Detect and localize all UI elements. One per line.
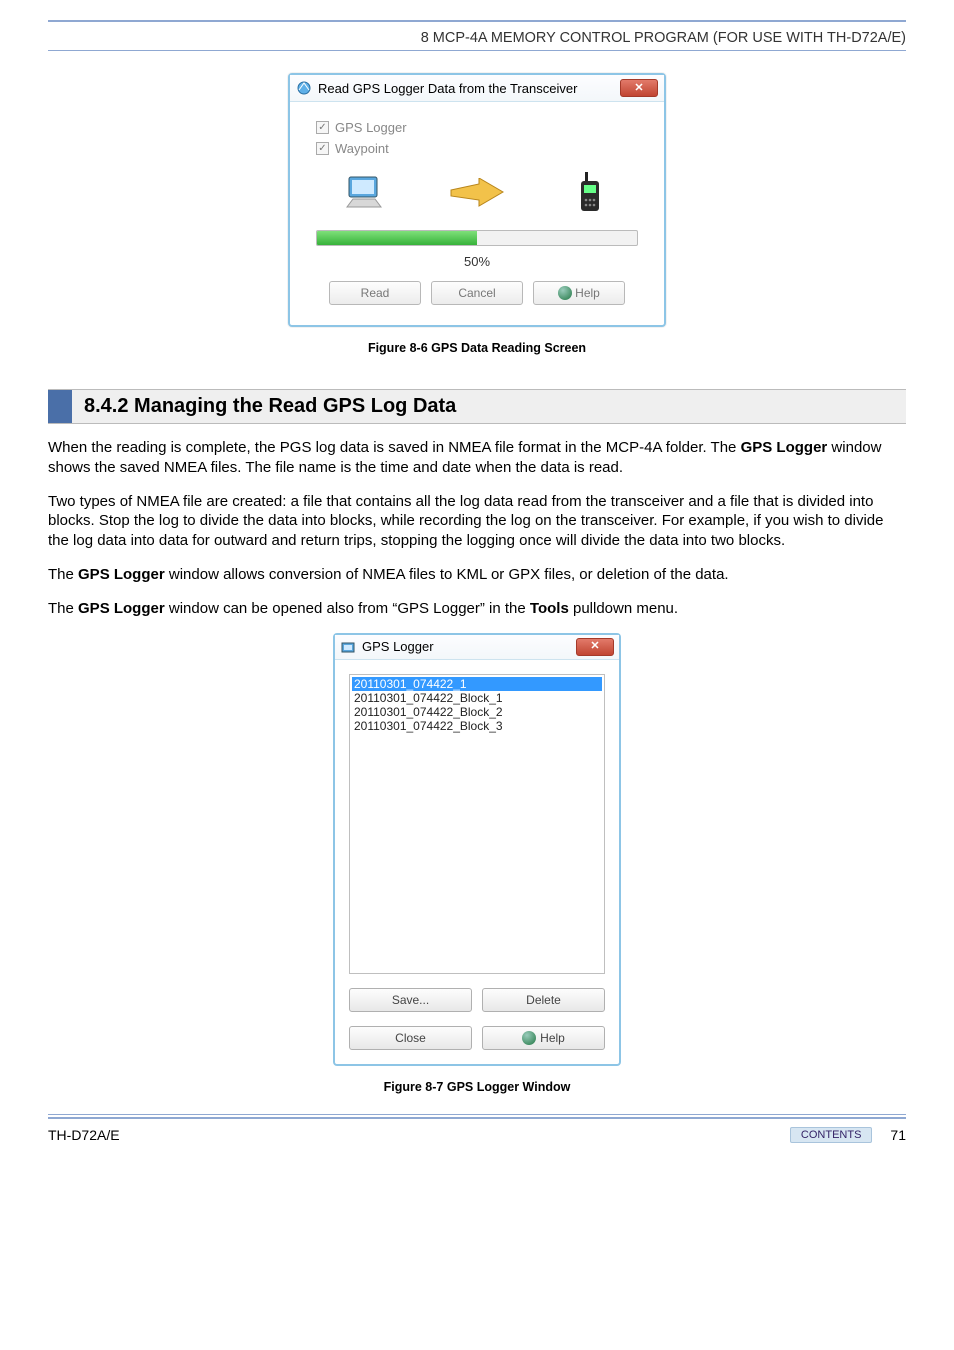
header-chapter-line: 8 MCP-4A MEMORY CONTROL PROGRAM (FOR USE… xyxy=(48,24,906,50)
paragraph-4: The GPS Logger window can be opened also… xyxy=(48,599,906,619)
close-icon[interactable]: ✕ xyxy=(620,79,658,97)
header-rule xyxy=(48,20,906,22)
checkbox-checked-icon: ✓ xyxy=(316,142,329,155)
waypoint-checkbox-row: ✓ Waypoint xyxy=(316,141,638,156)
section-heading: 8.4.2 Managing the Read GPS Log Data xyxy=(48,389,906,424)
paragraph-3: The GPS Logger window allows conversion … xyxy=(48,565,906,585)
close-icon[interactable]: ✕ xyxy=(576,638,614,656)
app-icon xyxy=(296,80,312,96)
checkbox-checked-icon: ✓ xyxy=(316,121,329,134)
read-button[interactable]: Read xyxy=(329,281,421,305)
gps-logger-checkbox-row: ✓ GPS Logger xyxy=(316,120,638,135)
dialog-title: Read GPS Logger Data from the Transceive… xyxy=(318,81,577,96)
paragraph-1: When the reading is complete, the PGS lo… xyxy=(48,438,906,478)
list-item[interactable]: 20110301_074422_Block_2 xyxy=(352,705,602,719)
page-number: 71 xyxy=(890,1127,906,1143)
delete-button[interactable]: Delete xyxy=(482,988,605,1012)
footer-model: TH-D72A/E xyxy=(48,1127,120,1143)
footer-rule xyxy=(48,1114,906,1115)
dialog-titlebar: GPS Logger ✕ xyxy=(335,635,619,660)
progress-percent: 50% xyxy=(316,254,638,269)
help-icon xyxy=(558,286,572,300)
help-button[interactable]: Help xyxy=(482,1026,605,1050)
progress-bar xyxy=(316,230,638,246)
help-icon xyxy=(522,1031,536,1045)
transfer-arrow-icon xyxy=(449,178,505,208)
section-heading-text: 8.4.2 Managing the Read GPS Log Data xyxy=(72,390,468,423)
gps-logger-dialog: GPS Logger ✕ 20110301_074422_1 20110301_… xyxy=(333,633,621,1066)
save-button[interactable]: Save... xyxy=(349,988,472,1012)
file-listbox[interactable]: 20110301_074422_1 20110301_074422_Block_… xyxy=(349,674,605,974)
computer-icon xyxy=(336,173,392,213)
list-item[interactable]: 20110301_074422_Block_3 xyxy=(352,719,602,733)
dialog-titlebar: Read GPS Logger Data from the Transceive… xyxy=(290,75,664,102)
help-button[interactable]: Help xyxy=(533,281,625,305)
list-item[interactable]: 20110301_074422_Block_1 xyxy=(352,691,602,705)
app-icon xyxy=(340,639,356,655)
radio-icon xyxy=(562,172,618,214)
gps-logger-label: GPS Logger xyxy=(335,120,407,135)
figure-caption-8-6: Figure 8-6 GPS Data Reading Screen xyxy=(48,341,906,355)
cancel-button[interactable]: Cancel xyxy=(431,281,523,305)
paragraph-2: Two types of NMEA file are created: a fi… xyxy=(48,492,906,551)
close-button[interactable]: Close xyxy=(349,1026,472,1050)
dialog-title: GPS Logger xyxy=(362,639,434,654)
waypoint-label: Waypoint xyxy=(335,141,389,156)
transfer-graphic-row xyxy=(316,162,638,226)
header-rule-bottom xyxy=(48,50,906,51)
list-item[interactable]: 20110301_074422_1 xyxy=(352,677,602,691)
figure-caption-8-7: Figure 8-7 GPS Logger Window xyxy=(48,1080,906,1094)
contents-link[interactable]: CONTENTS xyxy=(790,1127,873,1143)
read-gps-dialog: Read GPS Logger Data from the Transceive… xyxy=(288,73,666,327)
